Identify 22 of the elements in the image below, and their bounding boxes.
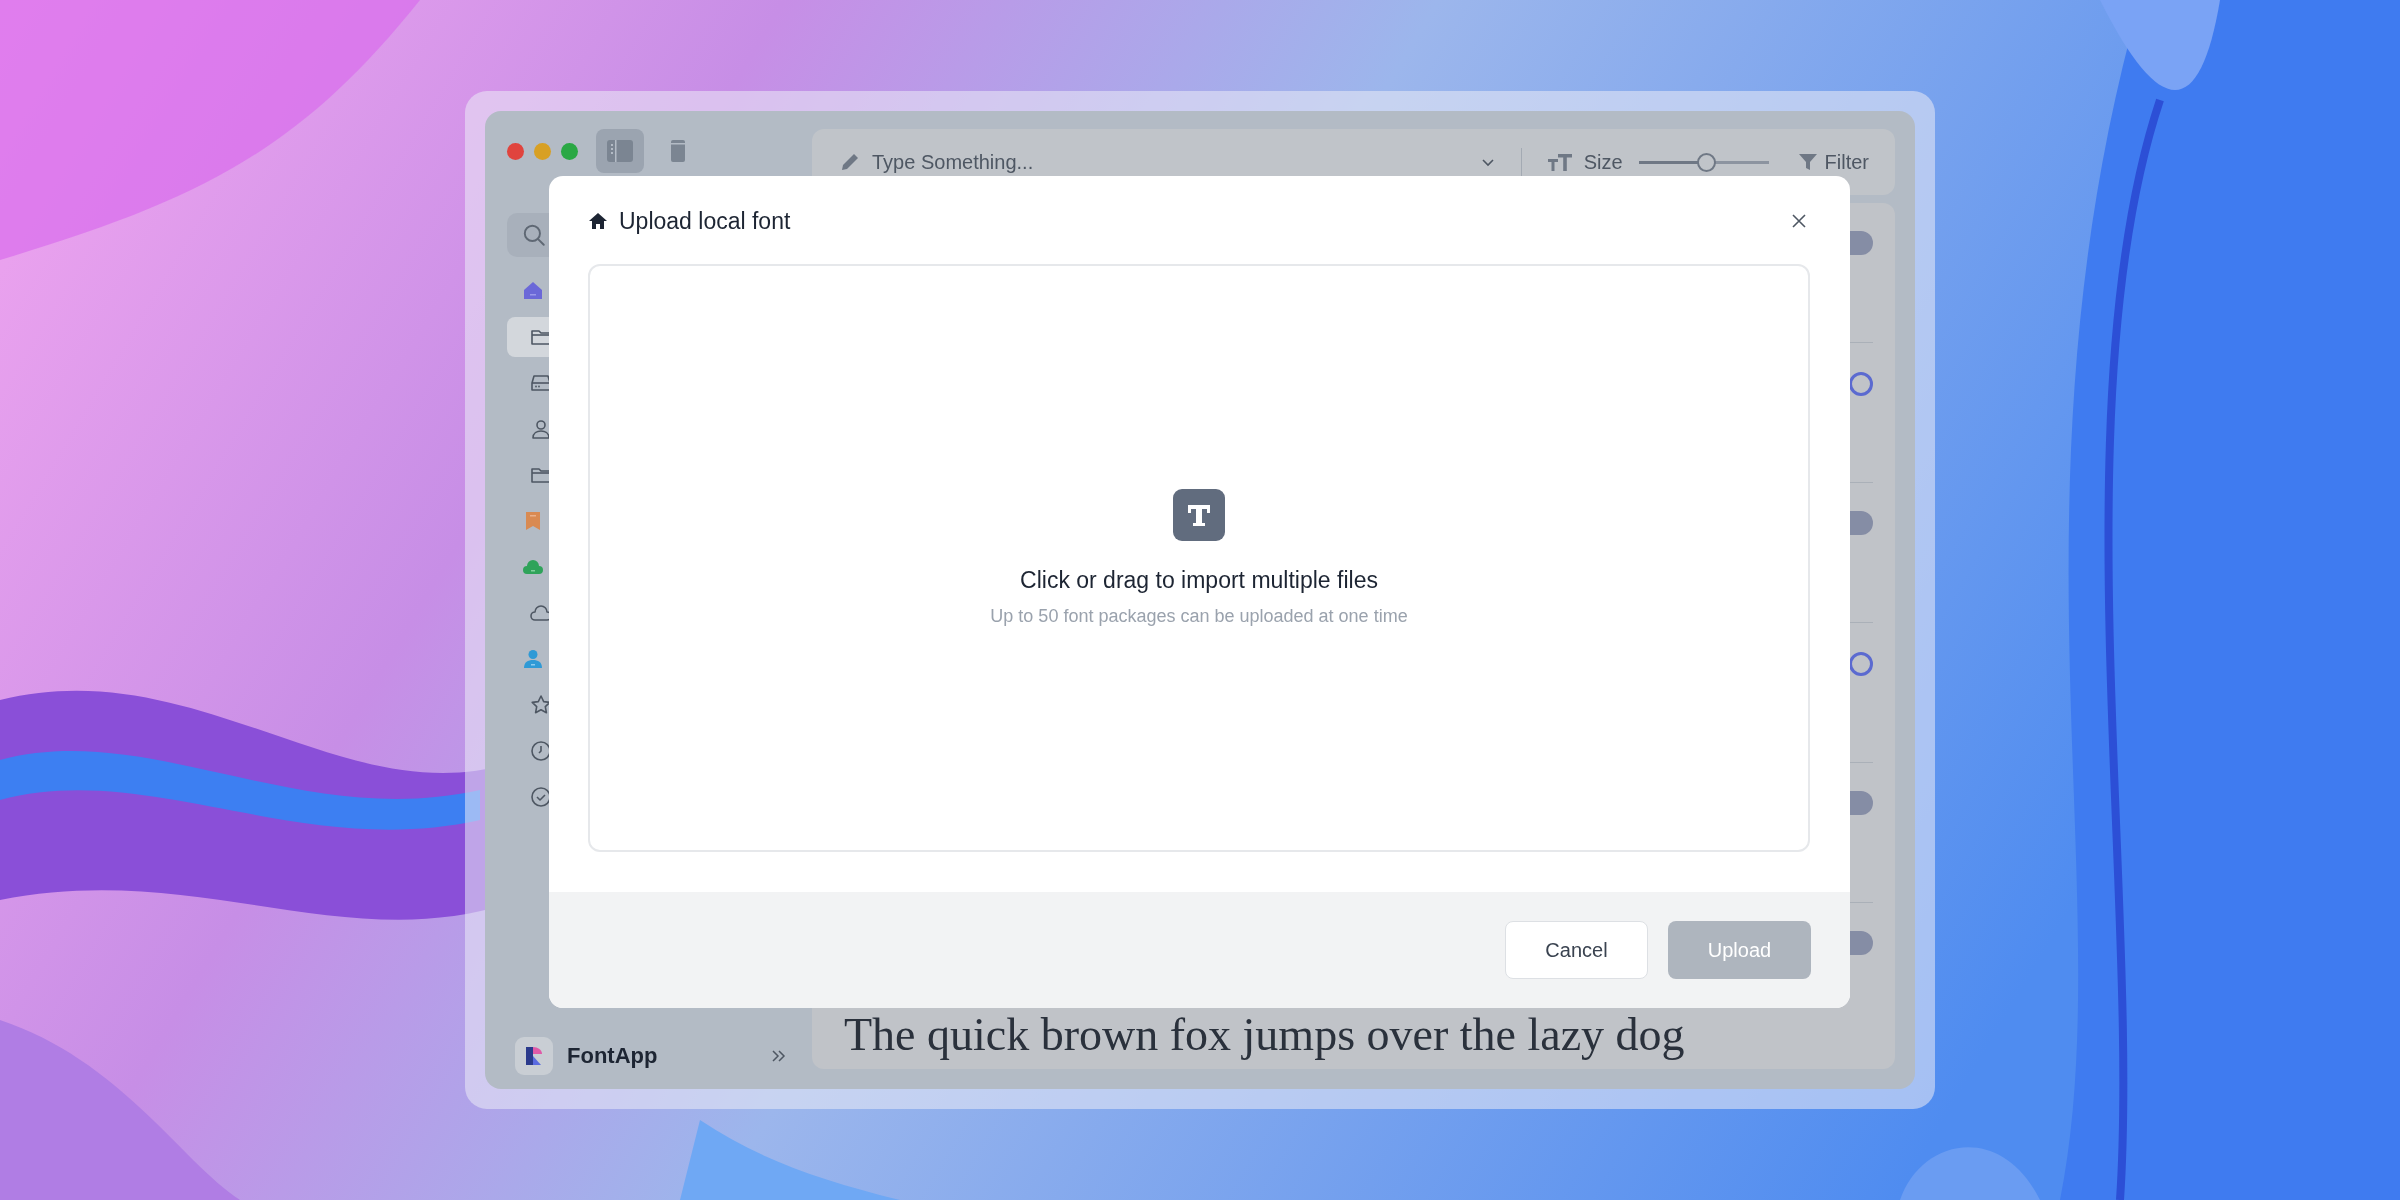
text-field[interactable]: Type Something... bbox=[870, 149, 1471, 175]
slider-thumb[interactable] bbox=[1697, 152, 1717, 172]
close-icon bbox=[1790, 212, 1808, 230]
dialog-title: Upload local font bbox=[619, 207, 791, 235]
person-icon bbox=[521, 647, 545, 671]
filter-button[interactable]: Filter bbox=[1796, 150, 1869, 174]
drop-zone[interactable]: Click or drag to import multiple files Up to 50 font packages can be uploaded at one time bbox=[588, 264, 1810, 852]
size-label: Size bbox=[1583, 150, 1623, 174]
font-icon bbox=[1173, 489, 1225, 541]
logo-icon bbox=[523, 1044, 545, 1068]
window-control[interactable] bbox=[507, 142, 524, 160]
search-icon bbox=[521, 222, 547, 248]
font-preview-text: The quick brown fox jumps over the lazy dog bbox=[843, 1010, 1686, 1061]
window-control[interactable] bbox=[561, 142, 578, 160]
sidebar-icon bbox=[605, 137, 635, 165]
drop-zone-text: Click or drag to import multiple files bbox=[1020, 567, 1378, 594]
home-icon bbox=[587, 210, 609, 232]
filter-icon bbox=[1796, 151, 1819, 173]
cancel-button[interactable]: Cancel bbox=[1505, 921, 1648, 979]
drop-zone-hint: Up to 50 font packages can be uploaded at one time bbox=[990, 606, 1408, 627]
app-name: FontApp bbox=[567, 1043, 658, 1069]
view-button[interactable] bbox=[596, 129, 644, 173]
